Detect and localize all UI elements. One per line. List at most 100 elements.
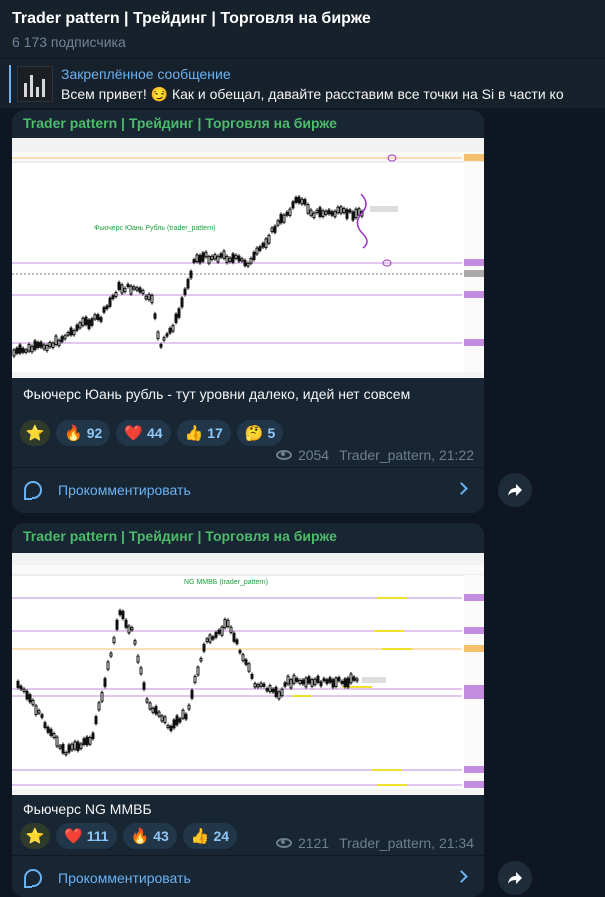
candle-body	[270, 227, 274, 233]
candle-body	[103, 678, 107, 687]
candle-body	[304, 677, 308, 688]
reaction-heart[interactable]: ❤️ 44	[116, 420, 171, 446]
candle-body	[216, 255, 220, 263]
candle-body	[253, 683, 257, 688]
candle-body	[307, 676, 311, 684]
candle-body	[214, 632, 218, 638]
post-chart-image[interactable]: Фьючерс Юань Рубль (trader_pattern)	[12, 138, 484, 378]
candle-body	[94, 716, 98, 725]
candle-body	[319, 681, 323, 687]
candle-body	[211, 636, 215, 640]
candle-body	[135, 287, 139, 291]
candle-body	[352, 676, 356, 681]
candle-body	[240, 258, 244, 262]
post-signature: Trader_pattern, 21:34	[339, 835, 474, 851]
candle-body	[84, 316, 88, 326]
candle-body	[303, 199, 307, 205]
candle-body	[310, 679, 314, 687]
candle-body	[111, 295, 115, 300]
comment-icon	[24, 869, 42, 888]
thumbs-up-icon: 👍	[190, 827, 210, 845]
candle-body	[262, 683, 266, 687]
reaction-heart[interactable]: ❤️ 111	[56, 823, 117, 849]
comment-label: Прокомментировать	[58, 482, 191, 498]
chart-label: NG MMBБ (trader_pattern)	[184, 579, 268, 586]
candle-body	[316, 675, 320, 683]
candle-body	[250, 673, 254, 679]
pinned-thumbnail	[17, 66, 53, 102]
candle-body	[156, 331, 160, 340]
candle-body	[313, 678, 317, 686]
candle-body	[145, 698, 149, 703]
candle-body	[148, 702, 152, 710]
candle-body	[288, 208, 292, 216]
candle-body	[97, 702, 101, 711]
reaction-fire[interactable]: 🔥 92	[56, 420, 111, 446]
reaction-star[interactable]: ⭐	[20, 823, 50, 849]
candle-body	[276, 220, 280, 226]
pinned-message[interactable]: Закреплённое сообщение Всем привет! 😏 Ка…	[0, 58, 605, 108]
candle-body	[244, 659, 248, 665]
candle-body	[58, 745, 62, 749]
post-author[interactable]: Trader pattern | Трейдинг | Торговля на …	[23, 528, 337, 544]
candle-body	[280, 688, 284, 697]
candle-body	[42, 344, 46, 350]
candle-body	[100, 692, 104, 702]
share-button[interactable]	[498, 473, 532, 507]
candle-body	[331, 679, 335, 688]
share-button[interactable]	[498, 861, 532, 895]
comment-button[interactable]: Прокомментировать	[12, 468, 484, 512]
candle-body	[57, 339, 61, 347]
candle-body	[136, 655, 140, 663]
candle-body	[70, 743, 74, 751]
post-caption: Фьючерс Юань рубль - тут уровни далеко, …	[23, 386, 411, 402]
candle-body	[339, 206, 343, 214]
candle-body	[46, 726, 50, 733]
candle-body	[220, 626, 224, 636]
candle-body	[246, 262, 250, 267]
candle-body	[190, 689, 194, 699]
comment-button[interactable]: Прокомментировать	[12, 856, 484, 897]
reaction-star[interactable]: ⭐	[20, 420, 50, 446]
chart-label: Фьючерс Юань Рубль (trader_pattern)	[94, 224, 216, 232]
candle-body	[354, 208, 358, 219]
candle-body	[87, 319, 91, 330]
candle-body	[151, 707, 155, 713]
candle-body	[85, 736, 89, 746]
candle-body	[273, 225, 277, 233]
candle-body	[309, 209, 313, 216]
candle-body	[25, 690, 29, 700]
candle-body	[154, 706, 158, 715]
candle-body	[348, 209, 352, 213]
candle-body	[174, 313, 178, 324]
reaction-thinking[interactable]: 🤔 5	[236, 420, 284, 446]
reaction-thumbs-up[interactable]: 👍 24	[182, 823, 238, 849]
candle-body	[105, 305, 109, 310]
channel-header[interactable]: Trader pattern | Трейдинг | Торговля на …	[0, 0, 605, 58]
candle-body	[189, 270, 193, 279]
candle-body	[22, 688, 26, 693]
reaction-thumbs-up[interactable]: 👍 17	[176, 420, 231, 446]
post-chart-image[interactable]: NG MMBБ (trader_pattern)	[12, 553, 484, 795]
post-author[interactable]: Trader pattern | Трейдинг | Торговля на …	[23, 115, 337, 131]
reaction-fire[interactable]: 🔥 43	[122, 823, 177, 849]
candle-body	[36, 341, 40, 349]
candle-body	[259, 682, 263, 687]
candle-body	[333, 210, 337, 218]
candle-body	[28, 694, 32, 703]
candle-body	[16, 680, 20, 688]
candle-body	[219, 253, 223, 258]
candle-body	[69, 327, 73, 336]
post-meta: 2054 Trader_pattern, 21:22	[275, 447, 474, 463]
view-count: 2121	[297, 835, 330, 851]
candle-body	[217, 629, 221, 634]
candle-body	[73, 741, 77, 750]
channel-title[interactable]: Trader pattern | Трейдинг | Торговля на …	[12, 10, 593, 28]
candle-body	[243, 259, 247, 267]
candle-body	[30, 345, 34, 353]
candle-body	[64, 752, 68, 756]
candle-body	[55, 736, 59, 747]
candle-body	[289, 679, 293, 689]
candle-body	[195, 254, 199, 262]
candle-body	[141, 289, 145, 295]
